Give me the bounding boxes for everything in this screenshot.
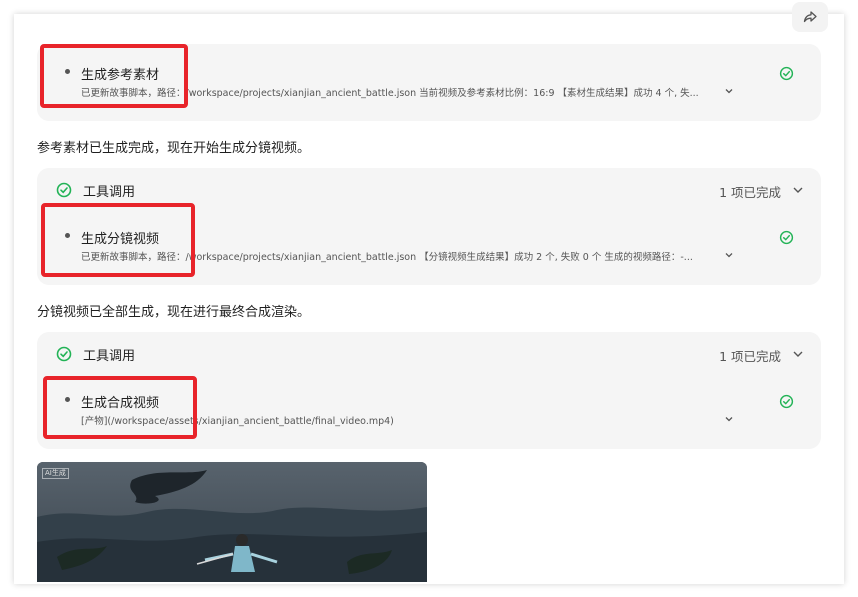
item-title: 生成分镜视频 — [81, 232, 160, 247]
completed-count: 1 项已完成 — [719, 185, 781, 200]
item-description: 已更新故事脚本，路径：/workspace/projects/xianjian_… — [81, 88, 699, 99]
chevron-down-icon[interactable] — [792, 349, 804, 359]
video-thumbnail — [37, 462, 427, 582]
check-circle-icon — [779, 66, 794, 81]
chevron-down-icon[interactable] — [792, 185, 804, 195]
tool-call-header[interactable]: 工具调用 1 项已完成 — [37, 332, 821, 376]
share-icon — [803, 11, 817, 23]
check-circle-icon — [779, 394, 794, 409]
check-circle-icon — [56, 182, 72, 198]
check-circle-icon — [779, 230, 794, 245]
assistant-message: 参考素材已生成完成，现在开始生成分镜视频。 — [37, 141, 311, 156]
item-title: 生成参考素材 — [81, 68, 160, 83]
chevron-down-icon[interactable] — [724, 415, 734, 423]
item-description: 已更新故事脚本，路径：/workspace/projects/xianjian_… — [81, 252, 693, 263]
item-description: [产物](/workspace/assets/xianjian_ancient_… — [81, 416, 394, 427]
bullet — [65, 233, 70, 238]
tool-call-card-final: 工具调用 1 项已完成 生成合成视频 [产物](/workspace/asset… — [37, 332, 821, 449]
tool-call-item[interactable]: 生成合成视频 [产物](/workspace/assets/xianjian_a… — [37, 388, 821, 438]
item-title: 生成合成视频 — [81, 396, 160, 411]
tool-call-title: 工具调用 — [83, 185, 136, 200]
completed-count: 1 项已完成 — [719, 349, 781, 364]
tool-call-title: 工具调用 — [83, 349, 136, 364]
tool-call-header[interactable]: 工具调用 1 项已完成 — [37, 168, 821, 212]
bullet — [65, 69, 70, 74]
share-button[interactable] — [792, 2, 828, 32]
tool-call-item[interactable]: 生成参考素材 已更新故事脚本，路径：/workspace/projects/xi… — [37, 60, 821, 110]
bullet — [65, 397, 70, 402]
chevron-down-icon[interactable] — [724, 251, 734, 259]
chevron-down-icon[interactable] — [724, 87, 734, 95]
check-circle-icon — [56, 346, 72, 362]
assistant-message: 分镜视频已全部生成，现在进行最终合成渲染。 — [37, 305, 311, 320]
tool-call-card-storyboard: 工具调用 1 项已完成 生成分镜视频 已更新故事脚本，路径：/workspace… — [37, 168, 821, 285]
ai-generated-badge: AI生成 — [42, 468, 69, 479]
tool-call-item[interactable]: 生成分镜视频 已更新故事脚本，路径：/workspace/projects/xi… — [37, 224, 821, 274]
video-preview[interactable]: AI生成 — [37, 462, 427, 582]
tool-call-card-reference: 生成参考素材 已更新故事脚本，路径：/workspace/projects/xi… — [37, 44, 821, 121]
